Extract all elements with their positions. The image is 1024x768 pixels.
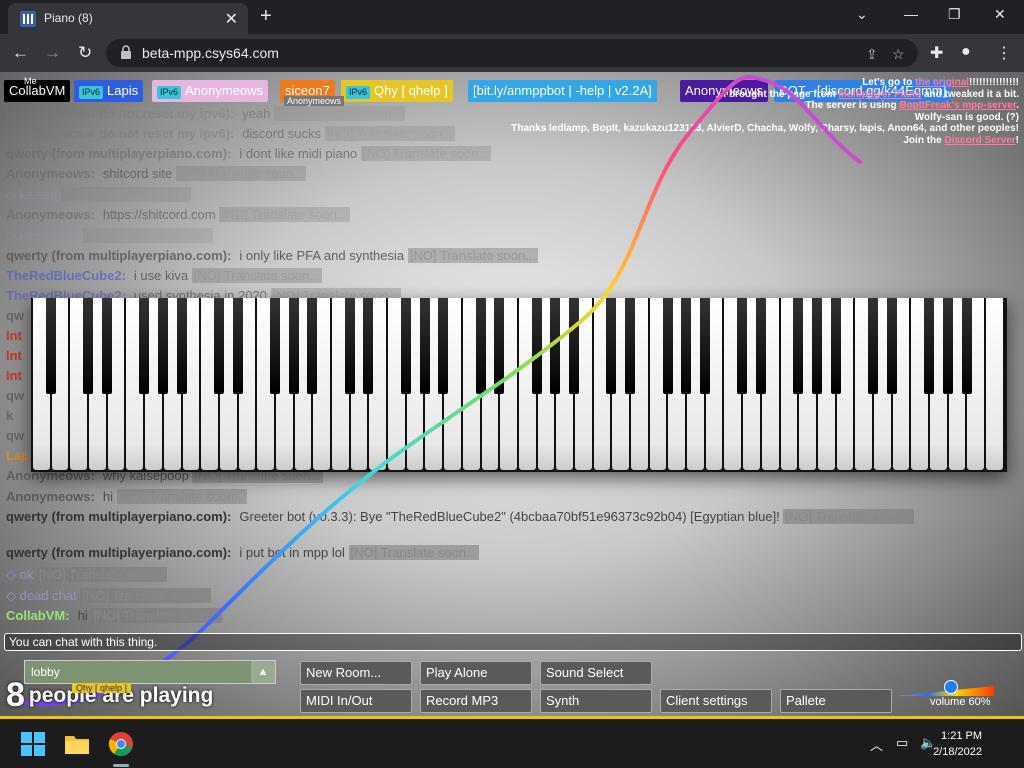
tab-title: Piano (8) (44, 11, 93, 25)
cursor-trail (18, 75, 862, 706)
forward-icon[interactable]: → (44, 43, 61, 63)
reload-icon[interactable]: ↻ (78, 43, 92, 63)
volume-label: volume 60% (930, 696, 991, 708)
tab-strip: Piano (8) ✕ + ⌄ — ❐ ✕ (0, 0, 1024, 34)
network-icon[interactable]: ▭ (896, 735, 908, 751)
dropdown-arrow-icon[interactable]: ▲ (251, 661, 275, 683)
chat-input[interactable]: You can chat with this thing. (4, 633, 1022, 651)
taskbar: ︿ ▭ 🔈 1:21 PM 2/18/2022 (0, 719, 1024, 768)
chrome-icon[interactable] (108, 731, 134, 757)
cursor-name-tag: Qhy [ qhelp ] (72, 683, 132, 693)
profile-icon[interactable]: ● (961, 43, 971, 61)
extensions-icon[interactable]: ✚ (930, 43, 943, 63)
clock-date: 2/18/2022 (933, 746, 982, 758)
players-count: 8 people are playing (6, 676, 213, 715)
piano-favicon-icon (20, 11, 36, 27)
windows-start-icon[interactable] (20, 731, 46, 757)
tab-search-icon[interactable]: ⌄ (856, 6, 868, 23)
file-explorer-icon[interactable] (64, 731, 90, 757)
volume-slider[interactable]: volume 60% (896, 680, 996, 710)
volume-knob[interactable] (944, 680, 958, 694)
player-count-number: 8 (6, 676, 25, 714)
piano-page: CollabVM IPv6 Lapis IPv6 Anonymeows siceon7 IP… (0, 72, 1024, 718)
close-tab-icon[interactable]: ✕ (225, 9, 238, 29)
back-icon[interactable]: ← (12, 43, 29, 63)
minimize-icon[interactable]: — (904, 6, 918, 22)
record-mp3-button[interactable]: Record MP3 (420, 689, 532, 713)
midi-button[interactable]: MIDI In/Out (300, 689, 412, 713)
omnibox[interactable]: beta-mpp.csys64.com ⇪ ☆ (106, 39, 918, 67)
address-toolbar: ← → ↻ beta-mpp.csys64.com ⇪ ☆ ✚ ● ⋮ (0, 34, 1024, 72)
new-tab-icon[interactable]: + (260, 5, 272, 28)
user-tooltip: Anonymeows (284, 96, 345, 106)
url-text: beta-mpp.csys64.com (142, 45, 279, 61)
active-app-indicator (113, 764, 129, 767)
play-alone-button[interactable]: Play Alone (420, 661, 532, 685)
clock-time: 1:21 PM (941, 730, 982, 742)
restore-icon[interactable]: ❐ (948, 6, 961, 23)
lock-icon (121, 45, 131, 59)
pallete-button[interactable]: Pallete (780, 689, 892, 713)
tray-chevron-icon[interactable]: ︿ (870, 735, 883, 754)
browser-tab[interactable]: Piano (8) ✕ (8, 3, 248, 34)
sound-select-button[interactable]: Sound Select (540, 661, 652, 685)
bookmark-star-icon[interactable]: ☆ (892, 46, 905, 63)
menu-icon[interactable]: ⋮ (996, 43, 1012, 63)
share-icon[interactable]: ⇪ (866, 46, 878, 63)
synth-button[interactable]: Synth (540, 689, 652, 713)
clock[interactable]: 1:21 PM 2/18/2022 (933, 728, 982, 760)
client-settings-button[interactable]: Client settings (660, 689, 772, 713)
new-room-button[interactable]: New Room... (300, 661, 412, 685)
close-window-icon[interactable]: ✕ (994, 6, 1006, 23)
